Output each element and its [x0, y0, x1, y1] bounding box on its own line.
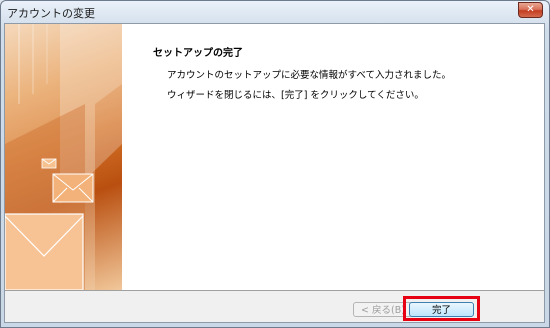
divider: [5, 290, 544, 291]
page-heading: セットアップの完了: [153, 48, 243, 59]
title-bar[interactable]: アカウントの変更 ✕: [1, 1, 549, 23]
close-button[interactable]: ✕: [518, 2, 543, 18]
envelope-art: [5, 24, 122, 290]
wizard-side-art: [5, 24, 122, 290]
window-title: アカウントの変更: [7, 7, 95, 20]
envelope-icon: [41, 158, 57, 169]
close-icon: ✕: [526, 4, 535, 15]
dialog-window: アカウントの変更 ✕ セットアップの完了 アカウントのセットアップに必要な情報が…: [0, 0, 550, 328]
status-text: アカウントのセットアップに必要な情報がすべて入力されました。: [167, 70, 451, 81]
envelope-icon: [5, 213, 84, 290]
highlight-box: [403, 296, 480, 321]
dialog-client-area: セットアップの完了 アカウントのセットアップに必要な情報がすべて入力されました。…: [4, 23, 545, 323]
wizard-content: セットアップの完了 アカウントのセットアップに必要な情報がすべて入力されました。…: [5, 24, 544, 290]
instruction-text: ウィザードを閉じるには、[完了] をクリックしてください。: [167, 90, 424, 101]
envelope-icon: [52, 173, 94, 203]
